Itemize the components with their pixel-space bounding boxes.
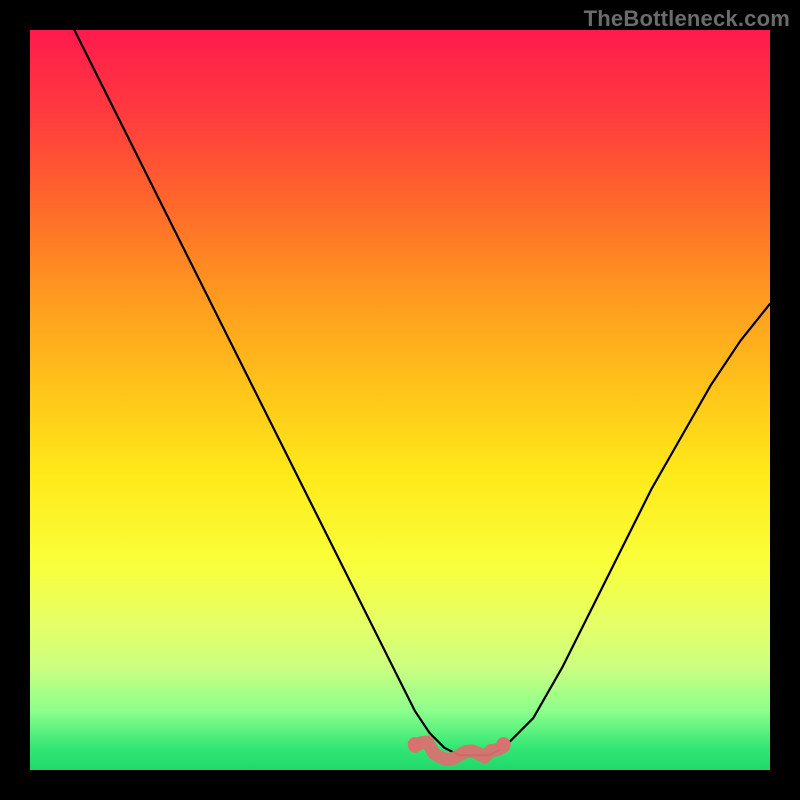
main-curve xyxy=(74,30,770,755)
plot-area xyxy=(30,30,770,770)
watermark-text: TheBottleneck.com xyxy=(584,6,790,32)
curve-svg xyxy=(30,30,770,770)
bottom-marker xyxy=(415,742,504,760)
chart-stage: TheBottleneck.com xyxy=(0,0,800,800)
marker-dot-left xyxy=(408,737,422,751)
marker-dot-right xyxy=(497,737,511,751)
